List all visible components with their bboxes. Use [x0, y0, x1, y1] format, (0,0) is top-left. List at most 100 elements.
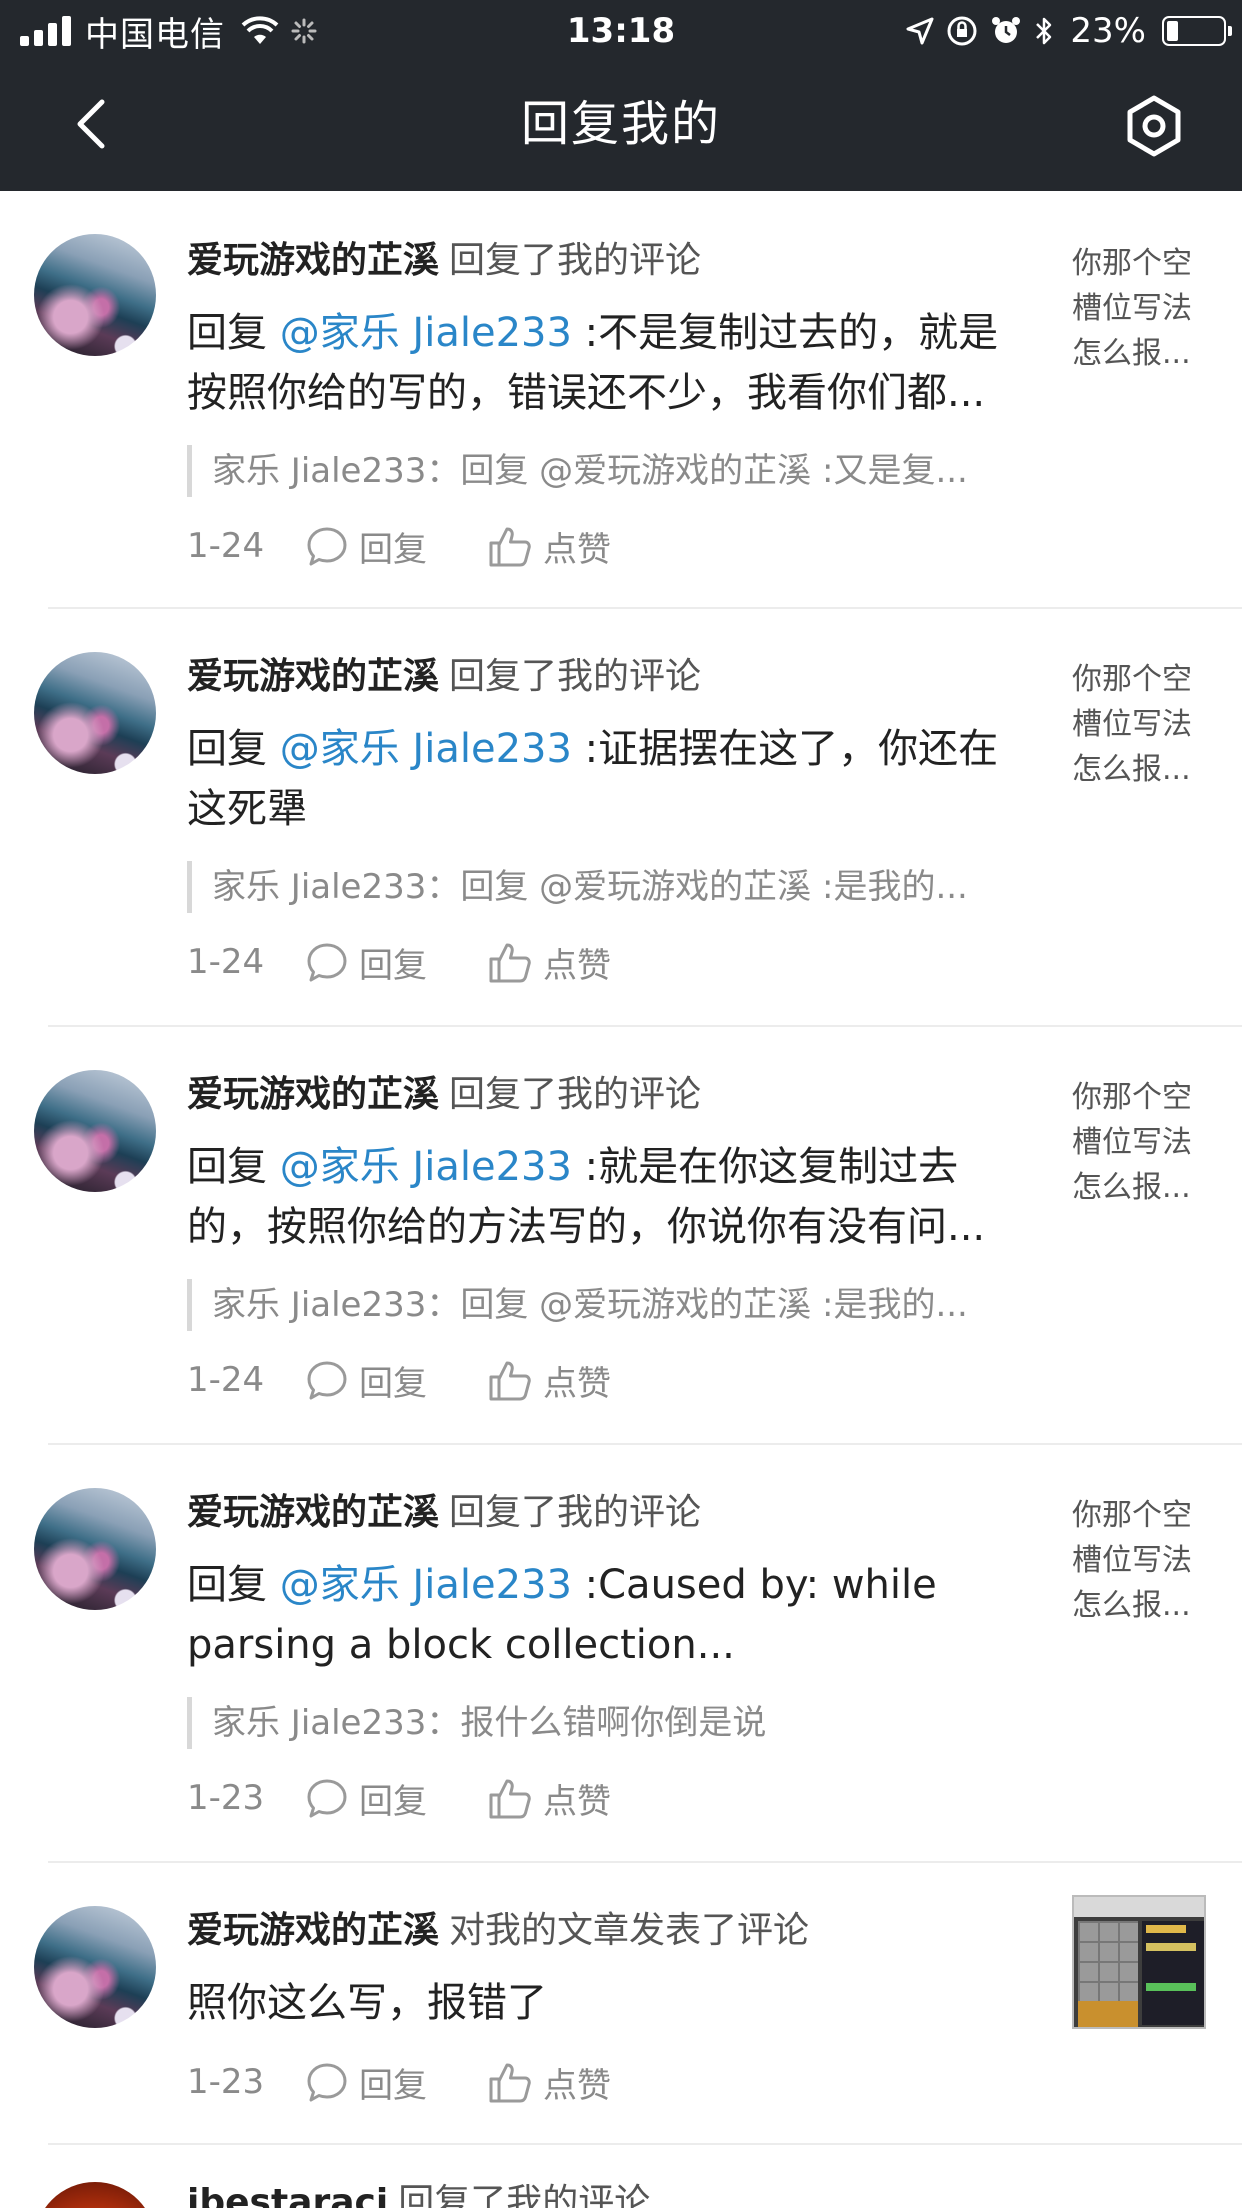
like-button[interactable]: 点赞 [487, 2058, 611, 2107]
username[interactable]: 爱玩游戏的芷溪 [187, 1492, 439, 1533]
list-item[interactable]: 爱玩游戏的芷溪 对我的文章发表了评论 照你这么写，报错了 1-23 回复 点赞 [0, 1863, 1242, 2145]
preview-line: 槽位写法 [1072, 1543, 1192, 1578]
preview-line: 你那个空 [1072, 662, 1192, 697]
name-line: 爱玩游戏的芷溪 回复了我的评论 [187, 237, 701, 285]
reply-button[interactable]: 回复 [305, 1774, 427, 1823]
like-button[interactable]: 点赞 [487, 1774, 611, 1823]
list-item[interactable]: 爱玩游戏的芷溪 回复了我的评论 回复 @家乐 Jiale233 :就是在你这复制过… [0, 1027, 1242, 1445]
reply-prefix: 回复 [187, 1144, 280, 1190]
content-line1: :不是复制过去的，就是 [571, 310, 999, 356]
reply-prefix: 回复 [187, 1562, 280, 1608]
like-label: 点赞 [543, 529, 611, 570]
name-line: ibestaraci 回复了我的评论 [187, 2179, 650, 2208]
like-button[interactable]: 点赞 [487, 938, 611, 987]
comment-text[interactable]: 回复 @家乐 Jiale233 :证据摆在这了，你还在 这死犟 [187, 719, 1042, 839]
avatar[interactable] [34, 2182, 156, 2208]
reply-label: 回复 [359, 945, 427, 986]
comment-text[interactable]: 回复 @家乐 Jiale233 :Caused by: while parsin… [187, 1555, 1042, 1675]
thumbs-up-icon [489, 2063, 531, 2103]
status-right: 23% [906, 8, 1232, 54]
mention-link[interactable]: @家乐 Jiale233 [280, 1562, 572, 1608]
content-line1: :证据摆在这了，你还在 [571, 726, 999, 772]
original-comment-preview[interactable]: 你那个空 槽位写法 怎么报... [1072, 241, 1212, 376]
avatar[interactable] [34, 652, 156, 774]
list-item[interactable]: 爱玩游戏的芷溪 回复了我的评论 回复 @家乐 Jiale233 :Caused b… [0, 1445, 1242, 1863]
reply-button[interactable]: 回复 [305, 522, 427, 571]
reply-button[interactable]: 回复 [305, 2058, 427, 2107]
username[interactable]: 爱玩游戏的芷溪 [187, 1910, 439, 1951]
nav-bar: 回复我的 [0, 62, 1242, 191]
comment-text[interactable]: 照你这么写，报错了 [187, 1973, 1042, 2033]
orientation-lock-icon [947, 16, 977, 46]
thumbs-up-icon [489, 943, 531, 983]
reply-prefix: 回复 [187, 310, 280, 356]
preview-line: 怎么报... [1072, 1588, 1191, 1623]
username[interactable]: 爱玩游戏的芷溪 [187, 240, 439, 281]
comment-text[interactable]: 回复 @家乐 Jiale233 :不是复制过去的，就是 按照你给的写的，错误还不… [187, 303, 1042, 423]
preview-line: 怎么报... [1072, 1170, 1191, 1205]
article-thumbnail[interactable] [1072, 1895, 1206, 2029]
avatar[interactable] [34, 1906, 156, 2028]
settings-icon[interactable] [1120, 92, 1188, 160]
quoted-comment[interactable]: 家乐 Jiale233：报什么错啊你倒是说 [187, 1697, 1042, 1749]
thumbs-up-icon [489, 527, 531, 567]
action-text: 回复了我的评论 [449, 656, 702, 697]
like-button[interactable]: 点赞 [487, 1356, 611, 1405]
meta-row: 1-24 回复 点赞 [187, 1355, 611, 1405]
like-label: 点赞 [543, 1363, 611, 1404]
like-label: 点赞 [543, 945, 611, 986]
quoted-comment[interactable]: 家乐 Jiale233：回复 @爱玩游戏的芷溪 :是我的... [187, 861, 1042, 913]
mention-link[interactable]: @家乐 Jiale233 [280, 310, 572, 356]
reply-button[interactable]: 回复 [305, 1356, 427, 1405]
name-line: 爱玩游戏的芷溪 回复了我的评论 [187, 1489, 701, 1537]
preview-line: 你那个空 [1072, 246, 1192, 281]
quoted-comment[interactable]: 家乐 Jiale233：回复 @爱玩游戏的芷溪 :又是复... [187, 445, 1042, 497]
top-bar: 中国电信 13:18 23% 回复我的 [0, 0, 1242, 191]
preview-line: 你那个空 [1072, 1498, 1192, 1533]
date: 1-24 [187, 1360, 265, 1400]
action-text: 回复了我的评论 [449, 240, 702, 281]
bluetooth-icon [1036, 17, 1052, 45]
content-line1: :Caused by: while [571, 1562, 937, 1608]
username[interactable]: ibestaraci [187, 2182, 388, 2208]
original-comment-preview[interactable]: 你那个空 槽位写法 怎么报... [1072, 1493, 1212, 1628]
status-bar: 中国电信 13:18 23% [0, 0, 1242, 62]
content-line2: 的，按照你给的方法写的，你说你有没有问... [187, 1204, 986, 1250]
mention-link[interactable]: @家乐 Jiale233 [280, 1144, 572, 1190]
content-line1: :就是在你这复制过去 [571, 1144, 959, 1190]
username[interactable]: 爱玩游戏的芷溪 [187, 1074, 439, 1115]
name-line: 爱玩游戏的芷溪 对我的文章发表了评论 [187, 1907, 809, 1955]
content-line2: 这死犟 [187, 786, 307, 832]
preview-line: 你那个空 [1072, 1080, 1192, 1115]
reply-button[interactable]: 回复 [305, 938, 427, 987]
page-title: 回复我的 [520, 96, 721, 152]
date: 1-24 [187, 942, 265, 982]
action-text: 回复了我的评论 [398, 2182, 651, 2208]
quoted-comment[interactable]: 家乐 Jiale233：回复 @爱玩游戏的芷溪 :是我的... [187, 1279, 1042, 1331]
battery-percent: 23% [1070, 11, 1146, 51]
original-comment-preview[interactable]: 你那个空 槽位写法 怎么报... [1072, 1075, 1212, 1210]
like-label: 点赞 [543, 2065, 611, 2106]
date: 1-23 [187, 1778, 265, 1818]
list-item[interactable]: ibestaraci 回复了我的评论 [0, 2145, 1242, 2208]
like-button[interactable]: 点赞 [487, 522, 611, 571]
reply-prefix: 回复 [187, 726, 280, 772]
comment-text[interactable]: 回复 @家乐 Jiale233 :就是在你这复制过去 的，按照你给的方法写的，你… [187, 1137, 1042, 1257]
list-item[interactable]: 爱玩游戏的芷溪 回复了我的评论 回复 @家乐 Jiale233 :不是复制过去的，… [0, 191, 1242, 609]
avatar[interactable] [34, 1070, 156, 1192]
meta-row: 1-24 回复 点赞 [187, 937, 611, 987]
thumbs-up-icon [489, 1361, 531, 1401]
location-arrow-icon [906, 17, 934, 45]
thumbs-up-icon [489, 1779, 531, 1819]
action-text: 回复了我的评论 [449, 1074, 702, 1115]
alarm-icon [992, 17, 1021, 43]
list-item[interactable]: 爱玩游戏的芷溪 回复了我的评论 回复 @家乐 Jiale233 :证据摆在这了，你… [0, 609, 1242, 1027]
original-comment-preview[interactable]: 你那个空 槽位写法 怎么报... [1072, 657, 1212, 792]
avatar[interactable] [34, 234, 156, 356]
username[interactable]: 爱玩游戏的芷溪 [187, 656, 439, 697]
mention-link[interactable]: @家乐 Jiale233 [280, 726, 572, 772]
preview-line: 槽位写法 [1072, 291, 1192, 326]
preview-line: 怎么报... [1072, 752, 1191, 787]
meta-row: 1-23 回复 点赞 [187, 2057, 611, 2107]
avatar[interactable] [34, 1488, 156, 1610]
